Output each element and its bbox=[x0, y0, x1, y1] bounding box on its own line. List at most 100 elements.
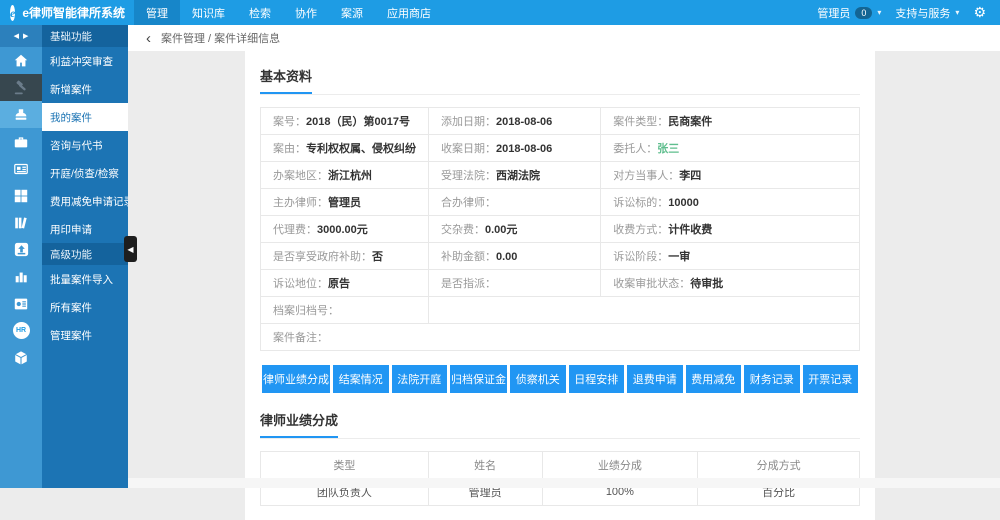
perf-header-method: 分成方式 bbox=[698, 452, 860, 479]
table-row: 主办律师：管理员 合办律师： 诉讼标的：10000 bbox=[261, 189, 860, 216]
top-navbar: e e律师智能律所系统 管理 知识库 检索 协作 案源 应用商店 管理员 0 ▾… bbox=[0, 0, 1000, 25]
settings-gear-icon[interactable]: ⚙ bbox=[973, 4, 986, 21]
accept-date-value: 2018-08-06 bbox=[496, 143, 552, 155]
subsidy-amount-value: 0.00 bbox=[496, 251, 517, 263]
chevron-down-icon: ▾ bbox=[955, 8, 959, 17]
nav-item-manage[interactable]: 管理 bbox=[134, 0, 180, 25]
perf-header-name: 姓名 bbox=[428, 452, 542, 479]
client-label: 委托人： bbox=[613, 143, 657, 155]
case-remark-label: 案件备注： bbox=[273, 332, 328, 344]
sidebar-item-seal-application[interactable]: 用印申请 bbox=[42, 215, 128, 243]
fee-waiver-button[interactable]: 费用减免 bbox=[686, 365, 742, 393]
user-name: 管理员 bbox=[817, 5, 850, 21]
cause-value: 专利权权属、侵权纠纷 bbox=[306, 143, 416, 155]
rail-item-library[interactable] bbox=[0, 209, 42, 236]
court-session-button[interactable]: 法院开庭 bbox=[392, 365, 448, 393]
case-type-value: 民商案件 bbox=[668, 116, 712, 128]
nav-item-search[interactable]: 检索 bbox=[237, 0, 283, 25]
table-row: 诉讼地位：原告 是否指派： 收案审批状态：待审批 bbox=[261, 270, 860, 297]
books-icon bbox=[13, 215, 29, 231]
archive-number-label: 档案归档号： bbox=[273, 305, 339, 317]
user-menu[interactable]: 管理员 0 ▾ bbox=[817, 5, 881, 21]
basic-info-table: 案号：2018（民）第0017号 添加日期：2018-08-06 案件类型：民商… bbox=[260, 107, 860, 351]
lead-lawyer-value: 管理员 bbox=[328, 197, 361, 209]
investigation-agency-button[interactable]: 侦察机关 bbox=[510, 365, 566, 393]
lawyer-split-button[interactable]: 律师业绩分成 bbox=[262, 365, 330, 393]
add-date-value: 2018-08-06 bbox=[496, 116, 552, 128]
region-label: 办案地区： bbox=[273, 170, 328, 182]
case-detail-panel: 基本资料 案号：2018（民）第0017号 添加日期：2018-08-06 案件… bbox=[245, 51, 875, 520]
briefcase-icon bbox=[13, 134, 29, 150]
case-action-button-row: 律师业绩分成 结案情况 法院开庭 归档保证金 侦察机关 日程安排 退费申请 费用… bbox=[262, 365, 858, 393]
nav-item-collaborate[interactable]: 协作 bbox=[283, 0, 329, 25]
cube-icon bbox=[13, 350, 29, 366]
rail-item-stamp[interactable] bbox=[0, 101, 42, 128]
agency-fee-value: 3000.00元 bbox=[317, 224, 368, 236]
gavel-icon bbox=[13, 80, 29, 96]
misc-fee-label: 交杂费： bbox=[441, 224, 485, 236]
support-label: 支持与服务 bbox=[895, 5, 950, 21]
perf-header-type: 类型 bbox=[261, 452, 429, 479]
rail-item-statistics[interactable] bbox=[0, 263, 42, 290]
table-row: 档案归档号： bbox=[261, 297, 860, 324]
schedule-button[interactable]: 日程安排 bbox=[569, 365, 625, 393]
rail-collapse-arrows[interactable]: ◀ ▶ bbox=[0, 25, 42, 47]
opponent-label: 对方当事人： bbox=[613, 170, 679, 182]
support-menu[interactable]: 支持与服务 ▾ bbox=[895, 5, 959, 21]
nav-item-app-store[interactable]: 应用商店 bbox=[375, 0, 443, 25]
case-number-value: 2018（民）第0017号 bbox=[306, 116, 410, 128]
rail-item-cases[interactable] bbox=[0, 74, 42, 101]
litigation-amount-value: 10000 bbox=[668, 197, 699, 209]
subsidy-flag-value: 否 bbox=[372, 251, 383, 263]
rail-item-upload[interactable] bbox=[0, 236, 42, 263]
refund-request-button[interactable]: 退费申请 bbox=[627, 365, 683, 393]
grid-icon bbox=[13, 188, 29, 204]
litigation-role-label: 诉讼地位： bbox=[273, 278, 328, 290]
case-number-label: 案号： bbox=[273, 116, 306, 128]
invoice-records-button[interactable]: 开票记录 bbox=[803, 365, 859, 393]
sidebar-item-consulting[interactable]: 咨询与代书 bbox=[42, 131, 128, 159]
sidebar-item-conflict-check[interactable]: 利益冲突审查 bbox=[42, 47, 128, 75]
case-type-label: 案件类型： bbox=[613, 116, 668, 128]
nav-item-knowledge[interactable]: 知识库 bbox=[180, 0, 237, 25]
rail-item-news[interactable] bbox=[0, 155, 42, 182]
sidebar-item-fee-waiver-records[interactable]: 费用减免申请记录 bbox=[42, 187, 128, 215]
subsidy-amount-label: 补助金额： bbox=[441, 251, 496, 263]
rail-item-briefcase[interactable] bbox=[0, 128, 42, 155]
litigation-stage-label: 诉讼阶段： bbox=[613, 251, 668, 263]
finance-records-button[interactable]: 财务记录 bbox=[744, 365, 800, 393]
nav-item-case-source[interactable]: 案源 bbox=[329, 0, 375, 25]
rail-item-hr[interactable]: HR bbox=[0, 317, 42, 344]
sidebar-item-my-cases[interactable]: 我的案件 bbox=[42, 103, 128, 131]
sidebar-collapse-tab[interactable]: ◀ bbox=[124, 236, 137, 262]
app-logo[interactable]: e e律师智能律所系统 bbox=[0, 4, 128, 21]
rail-item-home[interactable] bbox=[0, 47, 42, 74]
accept-date-label: 收案日期： bbox=[441, 143, 496, 155]
rail-item-apps-grid[interactable] bbox=[0, 182, 42, 209]
notification-badge: 0 bbox=[855, 7, 872, 19]
sidebar-item-batch-import[interactable]: 批量案件导入 bbox=[42, 265, 128, 293]
sidebar-item-manage-cases[interactable]: 管理案件 bbox=[42, 321, 128, 349]
back-chevron-icon[interactable]: ‹ bbox=[146, 31, 151, 46]
billing-method-label: 收费方式： bbox=[613, 224, 668, 236]
rail-item-presentation[interactable] bbox=[0, 290, 42, 317]
archive-deposit-button[interactable]: 归档保证金 bbox=[450, 365, 507, 393]
basic-info-section-header: 基本资料 bbox=[260, 53, 860, 95]
sidebar-item-court-sessions[interactable]: 开庭/侦查/检察 bbox=[42, 159, 128, 187]
presentation-icon bbox=[13, 296, 29, 312]
table-row: 案号：2018（民）第0017号 添加日期：2018-08-06 案件类型：民商… bbox=[261, 108, 860, 135]
court-value: 西湖法院 bbox=[496, 170, 540, 182]
opponent-value: 李四 bbox=[679, 170, 701, 182]
sidebar-item-all-cases[interactable]: 所有案件 bbox=[42, 293, 128, 321]
id-card-icon bbox=[13, 161, 29, 177]
co-lawyer-label: 合办律师： bbox=[441, 197, 496, 209]
case-closure-button[interactable]: 结案情况 bbox=[333, 365, 389, 393]
sidebar-icon-rail: ◀ ▶ HR bbox=[0, 25, 42, 488]
table-row: 办案地区：浙江杭州 受理法院：西湖法院 对方当事人：李四 bbox=[261, 162, 860, 189]
rail-item-package[interactable] bbox=[0, 344, 42, 371]
basic-info-title: 基本资料 bbox=[260, 66, 312, 94]
add-date-label: 添加日期： bbox=[441, 116, 496, 128]
client-link[interactable]: 张三 bbox=[657, 143, 679, 155]
sidebar-item-new-case[interactable]: 新增案件 bbox=[42, 75, 128, 103]
home-icon bbox=[13, 53, 29, 69]
